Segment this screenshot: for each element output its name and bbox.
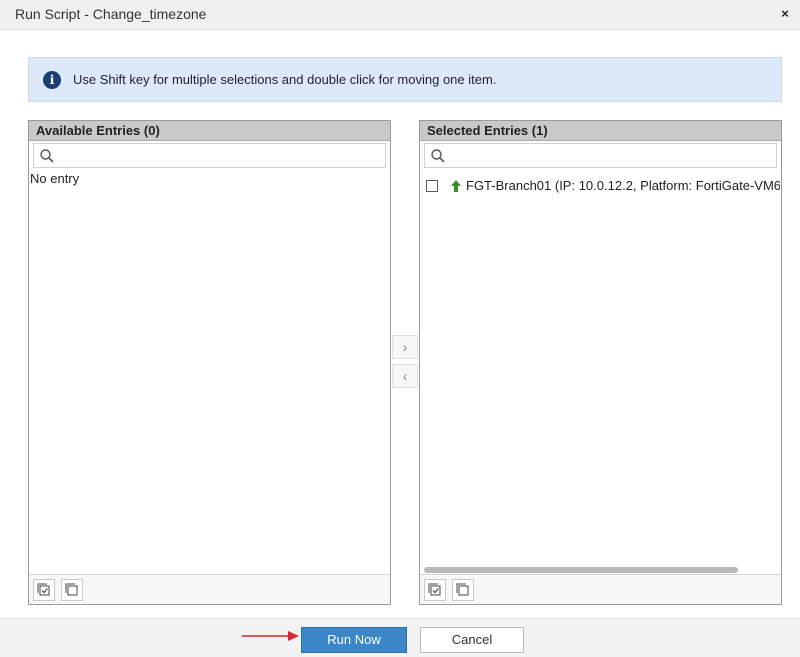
cancel-button[interactable]: Cancel xyxy=(420,627,524,653)
deselect-all-button[interactable] xyxy=(452,579,474,601)
info-circle-icon: i xyxy=(43,71,61,89)
dialog-footer: Run Now Cancel xyxy=(0,618,800,657)
selected-search-input[interactable] xyxy=(424,143,777,168)
move-left-button[interactable]: ‹ xyxy=(392,364,418,388)
info-message: Use Shift key for multiple selections an… xyxy=(73,72,497,87)
available-footer xyxy=(29,574,390,604)
search-icon xyxy=(431,149,445,163)
no-entry-text: No entry xyxy=(30,171,80,186)
selected-footer xyxy=(420,574,781,604)
move-right-button[interactable]: › xyxy=(392,335,418,359)
selected-entries-header: Selected Entries (1) xyxy=(420,121,781,141)
list-item[interactable]: FGT-Branch01 (IP: 10.0.12.2, Platform: F… xyxy=(426,178,780,196)
select-all-button[interactable] xyxy=(33,579,55,601)
run-now-button[interactable]: Run Now xyxy=(301,627,407,653)
deselect-all-button[interactable] xyxy=(61,579,83,601)
available-entries-panel: Available Entries (0) No entry xyxy=(28,120,391,605)
entry-checkbox[interactable] xyxy=(426,180,438,192)
deselect-all-icon xyxy=(456,583,469,596)
up-arrow-icon xyxy=(451,180,461,192)
available-entries-header: Available Entries (0) xyxy=(29,121,390,141)
deselect-all-icon xyxy=(65,583,78,596)
select-all-icon xyxy=(428,583,441,596)
select-all-icon xyxy=(37,583,50,596)
selected-entries-panel: Selected Entries (1) FGT-Branch01 (IP: 1… xyxy=(419,120,782,605)
horizontal-scrollbar[interactable] xyxy=(424,567,738,573)
info-banner: i Use Shift key for multiple selections … xyxy=(28,57,782,102)
dialog-title: Run Script - Change_timezone xyxy=(15,6,207,22)
entry-label: FGT-Branch01 (IP: 10.0.12.2, Platform: F… xyxy=(466,178,780,193)
dialog-titlebar: Run Script - Change_timezone × xyxy=(0,0,800,30)
search-icon xyxy=(40,149,54,163)
select-all-button[interactable] xyxy=(424,579,446,601)
close-icon[interactable]: × xyxy=(776,4,794,24)
available-search-input[interactable] xyxy=(33,143,386,168)
annotation-arrow-icon xyxy=(242,631,299,641)
